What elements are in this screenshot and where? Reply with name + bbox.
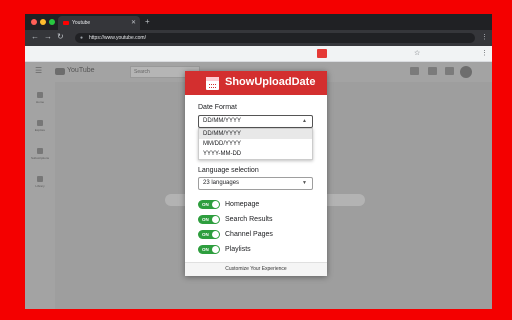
youtube-logo-icon[interactable] xyxy=(55,68,65,75)
tab-bar: Youtube ✕ + xyxy=(25,14,492,30)
maximize-window-button[interactable] xyxy=(49,19,55,25)
close-window-button[interactable] xyxy=(31,19,37,25)
sidebar-item-subscriptions[interactable]: Subscriptions xyxy=(30,148,50,160)
popup-header: ShowUploadDate xyxy=(185,71,327,95)
playlists-toggle[interactable]: ON xyxy=(198,244,220,254)
popup-title: ShowUploadDate xyxy=(225,76,316,88)
hamburger-menu-icon[interactable]: ☰ xyxy=(35,66,42,75)
minimize-window-button[interactable] xyxy=(40,19,46,25)
channel-pages-toggle[interactable]: ON xyxy=(198,229,220,239)
lock-icon: ● xyxy=(80,35,84,41)
reload-button[interactable]: ↻ xyxy=(57,32,64,41)
homepage-label: Homepage xyxy=(225,200,260,208)
explore-icon xyxy=(37,120,43,126)
url-text: https://www.youtube.com/ xyxy=(89,35,146,41)
extension-bar: ☆ ⋮ xyxy=(25,46,492,62)
address-bar[interactable]: ● https://www.youtube.com/ xyxy=(75,33,475,43)
notifications-icon[interactable] xyxy=(445,67,454,75)
toggle-row-channel-pages: ON Channel Pages xyxy=(198,229,273,239)
home-icon xyxy=(37,92,43,98)
date-format-dropdown: DD/MM/YYYY MM/DD/YYYY YYYY-MM-DD xyxy=(198,128,313,160)
tab-close-icon[interactable]: ✕ xyxy=(131,16,136,30)
date-format-label: Date Format xyxy=(198,104,237,111)
toggle-row-search-results: ON Search Results xyxy=(198,214,272,224)
date-option[interactable]: DD/MM/YYYY xyxy=(199,129,312,139)
sidebar-item-library[interactable]: Library xyxy=(30,176,50,188)
extension-popup: ShowUploadDate Date Format DD/MM/YYYY ▲ … xyxy=(185,71,327,276)
window-controls xyxy=(31,19,55,25)
language-value: 23 languages xyxy=(203,180,240,186)
tab-youtube[interactable]: Youtube ✕ xyxy=(58,16,140,30)
customize-footer-link[interactable]: Customize Your Experience xyxy=(185,262,327,276)
language-label: Language selection xyxy=(198,167,259,174)
homepage-toggle[interactable]: ON xyxy=(198,199,220,209)
browser-toolbar: ← → ↻ ● https://www.youtube.com/ ⋮ xyxy=(25,30,492,46)
channel-pages-label: Channel Pages xyxy=(225,230,273,238)
sidebar-item-explore[interactable]: Explore xyxy=(30,120,50,132)
extension-menu-button[interactable]: ⋮ xyxy=(481,49,488,57)
calendar-icon xyxy=(206,77,219,90)
date-format-select[interactable]: DD/MM/YYYY ▲ xyxy=(198,115,313,128)
subscriptions-icon xyxy=(37,148,43,154)
search-results-toggle[interactable]: ON xyxy=(198,214,220,224)
date-option[interactable]: YYYY-MM-DD xyxy=(199,149,312,159)
toggle-row-playlists: ON Playlists xyxy=(198,244,251,254)
youtube-logo-text[interactable]: YouTube xyxy=(67,67,95,74)
forward-button[interactable]: → xyxy=(44,32,52,41)
avatar[interactable] xyxy=(460,66,472,78)
date-format-value: DD/MM/YYYY xyxy=(203,118,242,124)
bookmark-star-icon[interactable]: ☆ xyxy=(414,49,420,57)
toggle-row-homepage: ON Homepage xyxy=(198,199,259,209)
date-option[interactable]: MM/DD/YYYY xyxy=(199,139,312,149)
showuploaddate-extension-icon[interactable] xyxy=(317,49,327,58)
chevron-up-icon: ▲ xyxy=(302,118,307,124)
chevron-down-icon: ▼ xyxy=(302,180,307,186)
youtube-sidebar: Home Explore Subscriptions Library xyxy=(25,82,55,309)
sidebar-item-home[interactable]: Home xyxy=(30,92,50,104)
new-tab-button[interactable]: + xyxy=(145,17,150,26)
browser-menu-button[interactable]: ⋮ xyxy=(481,33,488,41)
apps-icon[interactable] xyxy=(428,67,437,75)
back-button[interactable]: ← xyxy=(31,32,39,41)
tab-title: Youtube xyxy=(72,20,91,26)
playlists-label: Playlists xyxy=(225,245,251,253)
language-select[interactable]: 23 languages ▼ xyxy=(198,177,313,190)
youtube-favicon-icon xyxy=(63,21,69,25)
search-results-label: Search Results xyxy=(225,215,273,223)
create-icon[interactable] xyxy=(410,67,419,75)
library-icon xyxy=(37,176,43,182)
